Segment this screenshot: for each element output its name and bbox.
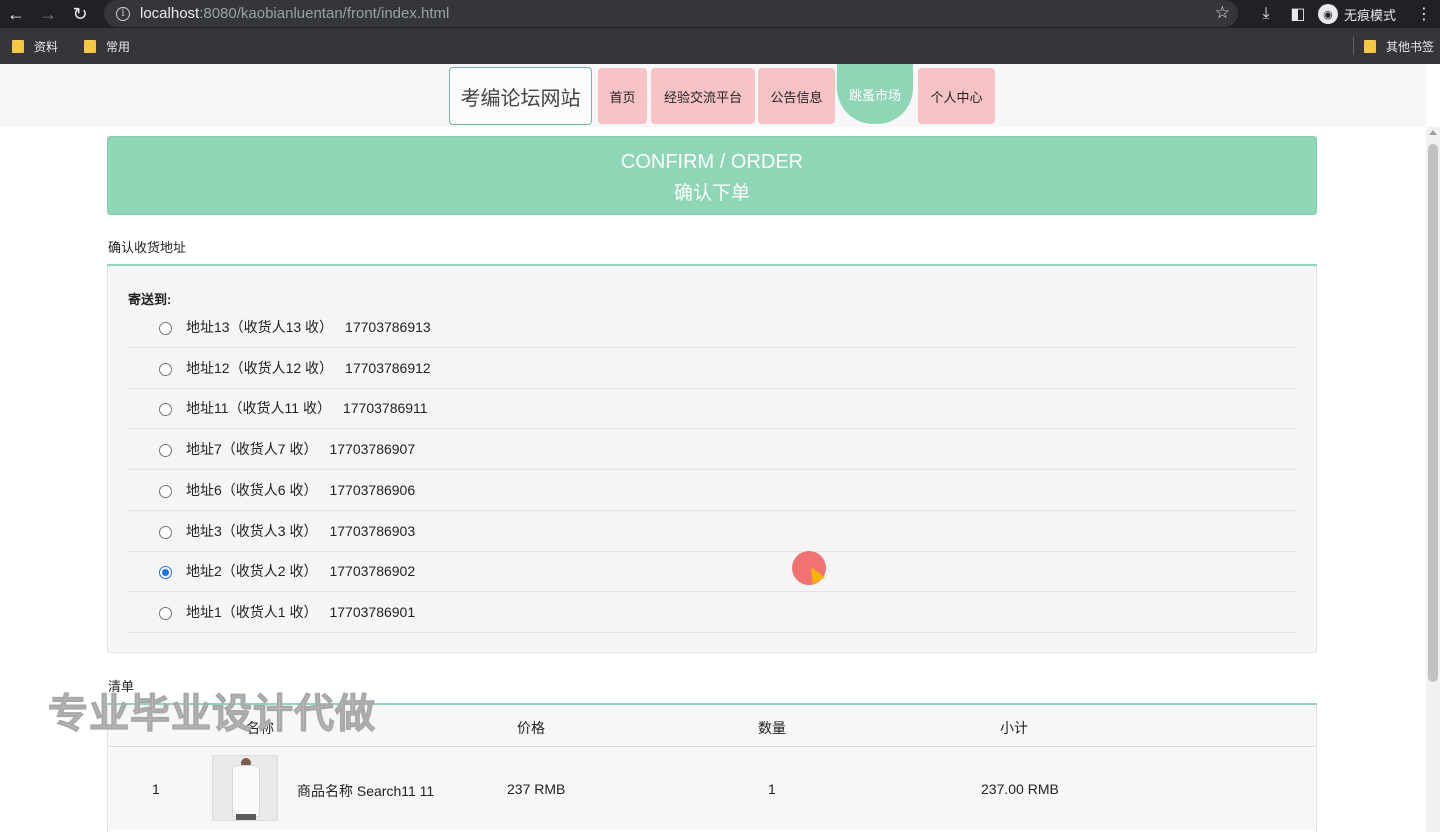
address-name: 地址2 [186, 563, 222, 580]
product-qty: 1 [768, 781, 776, 797]
address-radio[interactable] [159, 403, 172, 417]
incognito-label: 无痕模式 [1343, 7, 1396, 23]
page-banner: CONFIRM / ORDER 确认下单 [107, 136, 1317, 215]
address-option[interactable]: 地址6 （收货人6 收） 17703786906 [128, 470, 1297, 511]
browser-toolbar: ← → ↻ i localhost:8080/kaobianluentan/fr… [0, 0, 1440, 28]
address-name: 地址1 [186, 603, 222, 620]
address-radio[interactable] [159, 566, 172, 580]
address-radio[interactable] [159, 606, 172, 620]
address-name: 地址6 [186, 481, 222, 498]
url-path: :8080/kaobianluentan/front/index.html [199, 5, 450, 22]
header-price: 价格 [517, 720, 545, 736]
address-receiver: （收货人2 收） [221, 563, 318, 580]
scroll-thumb[interactable] [1428, 144, 1438, 682]
address-receiver: （收货人13 收） [229, 319, 334, 335]
address-section-title: 确认收货地址 [108, 240, 187, 255]
address-phone: 17703786913 [345, 319, 431, 335]
address-name: 地址3 [186, 522, 222, 539]
address-bar[interactable]: i localhost:8080/kaobianluentan/front/in… [104, 0, 1238, 27]
row-index: 1 [152, 781, 160, 797]
incognito-indicator[interactable]: ◉ 无痕模式 [1314, 4, 1408, 24]
nav-flea-market[interactable]: 跳蚤市场 [837, 64, 913, 124]
address-phone: 17703786903 [329, 522, 416, 539]
address-option[interactable]: 地址3 （收货人3 收） 17703786903 [128, 511, 1297, 552]
other-bookmarks[interactable]: 其他书签 [1352, 28, 1434, 64]
address-option[interactable]: 地址1 （收货人1 收） 17703786901 [128, 592, 1297, 633]
address-radio[interactable] [159, 444, 172, 458]
site-brand[interactable]: 考编论坛网站 [449, 67, 592, 125]
address-receiver: （收货人3 收） [221, 522, 318, 539]
watermark-text: 专业毕业设计代做 [48, 691, 376, 738]
address-receiver: （收货人11 收） [228, 400, 331, 417]
header-qty: 数量 [758, 720, 786, 736]
address-receiver: （收货人1 收） [221, 603, 318, 620]
bookmark-label: 常用 [106, 39, 131, 54]
address-radio[interactable] [159, 362, 172, 376]
menu-icon[interactable]: ⋮ [1408, 0, 1440, 28]
address-option[interactable]: 地址7 （收货人7 收） 17703786907 [128, 429, 1297, 471]
other-bookmarks-label: 其他书签 [1385, 39, 1434, 54]
address-phone: 17703786902 [329, 563, 416, 580]
folder-icon [84, 39, 97, 53]
page-scrollbar[interactable] [1426, 127, 1440, 832]
address-radio[interactable] [159, 484, 172, 498]
address-phone: 17703786912 [345, 359, 431, 376]
nav-home[interactable]: 首页 [598, 68, 647, 124]
url-host: localhost [140, 5, 200, 22]
address-receiver: （收货人7 收） [221, 441, 318, 458]
address-list: 寄送到: 地址13 （收货人13 收） 17703786913 地址12 （收货人12 … [107, 266, 1317, 653]
address-option[interactable]: 地址11 （收货人11 收） 17703786911 [128, 388, 1297, 430]
product-name[interactable]: 商品名称 Search11 11 [297, 781, 434, 801]
folder-icon [12, 39, 24, 53]
star-icon[interactable]: ☆ [1215, 3, 1230, 23]
table-row: 1 商品名称 Search11 11 237 RMB 1 237.00 RMB [108, 748, 1316, 830]
product-price: 237 RMB [507, 781, 566, 797]
address-phone: 17703786901 [329, 603, 416, 620]
bookmark-label: 资料 [34, 39, 59, 54]
product-image[interactable] [212, 755, 278, 821]
address-receiver: （收货人6 收） [221, 481, 318, 498]
address-receiver: （收货人12 收） [229, 359, 334, 376]
bookmark-folder-changyong[interactable]: 常用 [84, 38, 130, 55]
nav-personal-center[interactable]: 个人中心 [918, 68, 995, 124]
scroll-up-icon[interactable] [1429, 130, 1437, 135]
incognito-icon: ◉ [1317, 4, 1338, 24]
sidepanel-icon[interactable]: ◧ [1282, 0, 1314, 28]
site-nav: 考编论坛网站 首页 经验交流平台 公告信息 跳蚤市场 个人中心 [0, 64, 1426, 127]
reload-icon[interactable]: ↻ [64, 0, 96, 28]
bookmarks-bar: 资料 常用 其他书签 [0, 28, 1440, 64]
info-icon[interactable]: i [116, 6, 130, 21]
address-option[interactable]: 地址13 （收货人13 收） 17703786913 [128, 307, 1297, 348]
forward-icon[interactable]: → [32, 0, 64, 28]
address-name: 地址11 [186, 400, 229, 417]
address-name: 地址13 [186, 319, 230, 335]
address-phone: 17703786906 [329, 481, 416, 498]
address-radio[interactable] [159, 322, 172, 335]
back-icon[interactable]: ← [0, 0, 32, 28]
folder-icon [1363, 39, 1376, 53]
bookmark-folder-ziliao[interactable]: 资料 [12, 38, 58, 55]
address-option[interactable]: 地址2 （收货人2 收） 17703786902 [128, 551, 1297, 593]
banner-title-en: CONFIRM / ORDER [620, 151, 804, 173]
address-name: 地址12 [186, 359, 230, 376]
nav-experience[interactable]: 经验交流平台 [651, 68, 755, 124]
address-name: 地址7 [186, 441, 222, 458]
nav-announcements[interactable]: 公告信息 [758, 68, 835, 124]
banner-title-cn: 确认下单 [673, 183, 750, 204]
address-radio[interactable] [159, 525, 172, 539]
send-to-label: 寄送到: [128, 292, 172, 307]
address-phone: 17703786911 [342, 400, 428, 417]
header-subtotal: 小计 [1000, 720, 1028, 736]
bookmark-divider [1352, 37, 1354, 55]
product-subtotal: 237.00 RMB [981, 781, 1059, 797]
address-phone: 17703786907 [329, 441, 416, 458]
download-icon[interactable]: ⤓ [1250, 0, 1282, 28]
address-option[interactable]: 地址12 （收货人12 收） 17703786912 [128, 348, 1297, 389]
